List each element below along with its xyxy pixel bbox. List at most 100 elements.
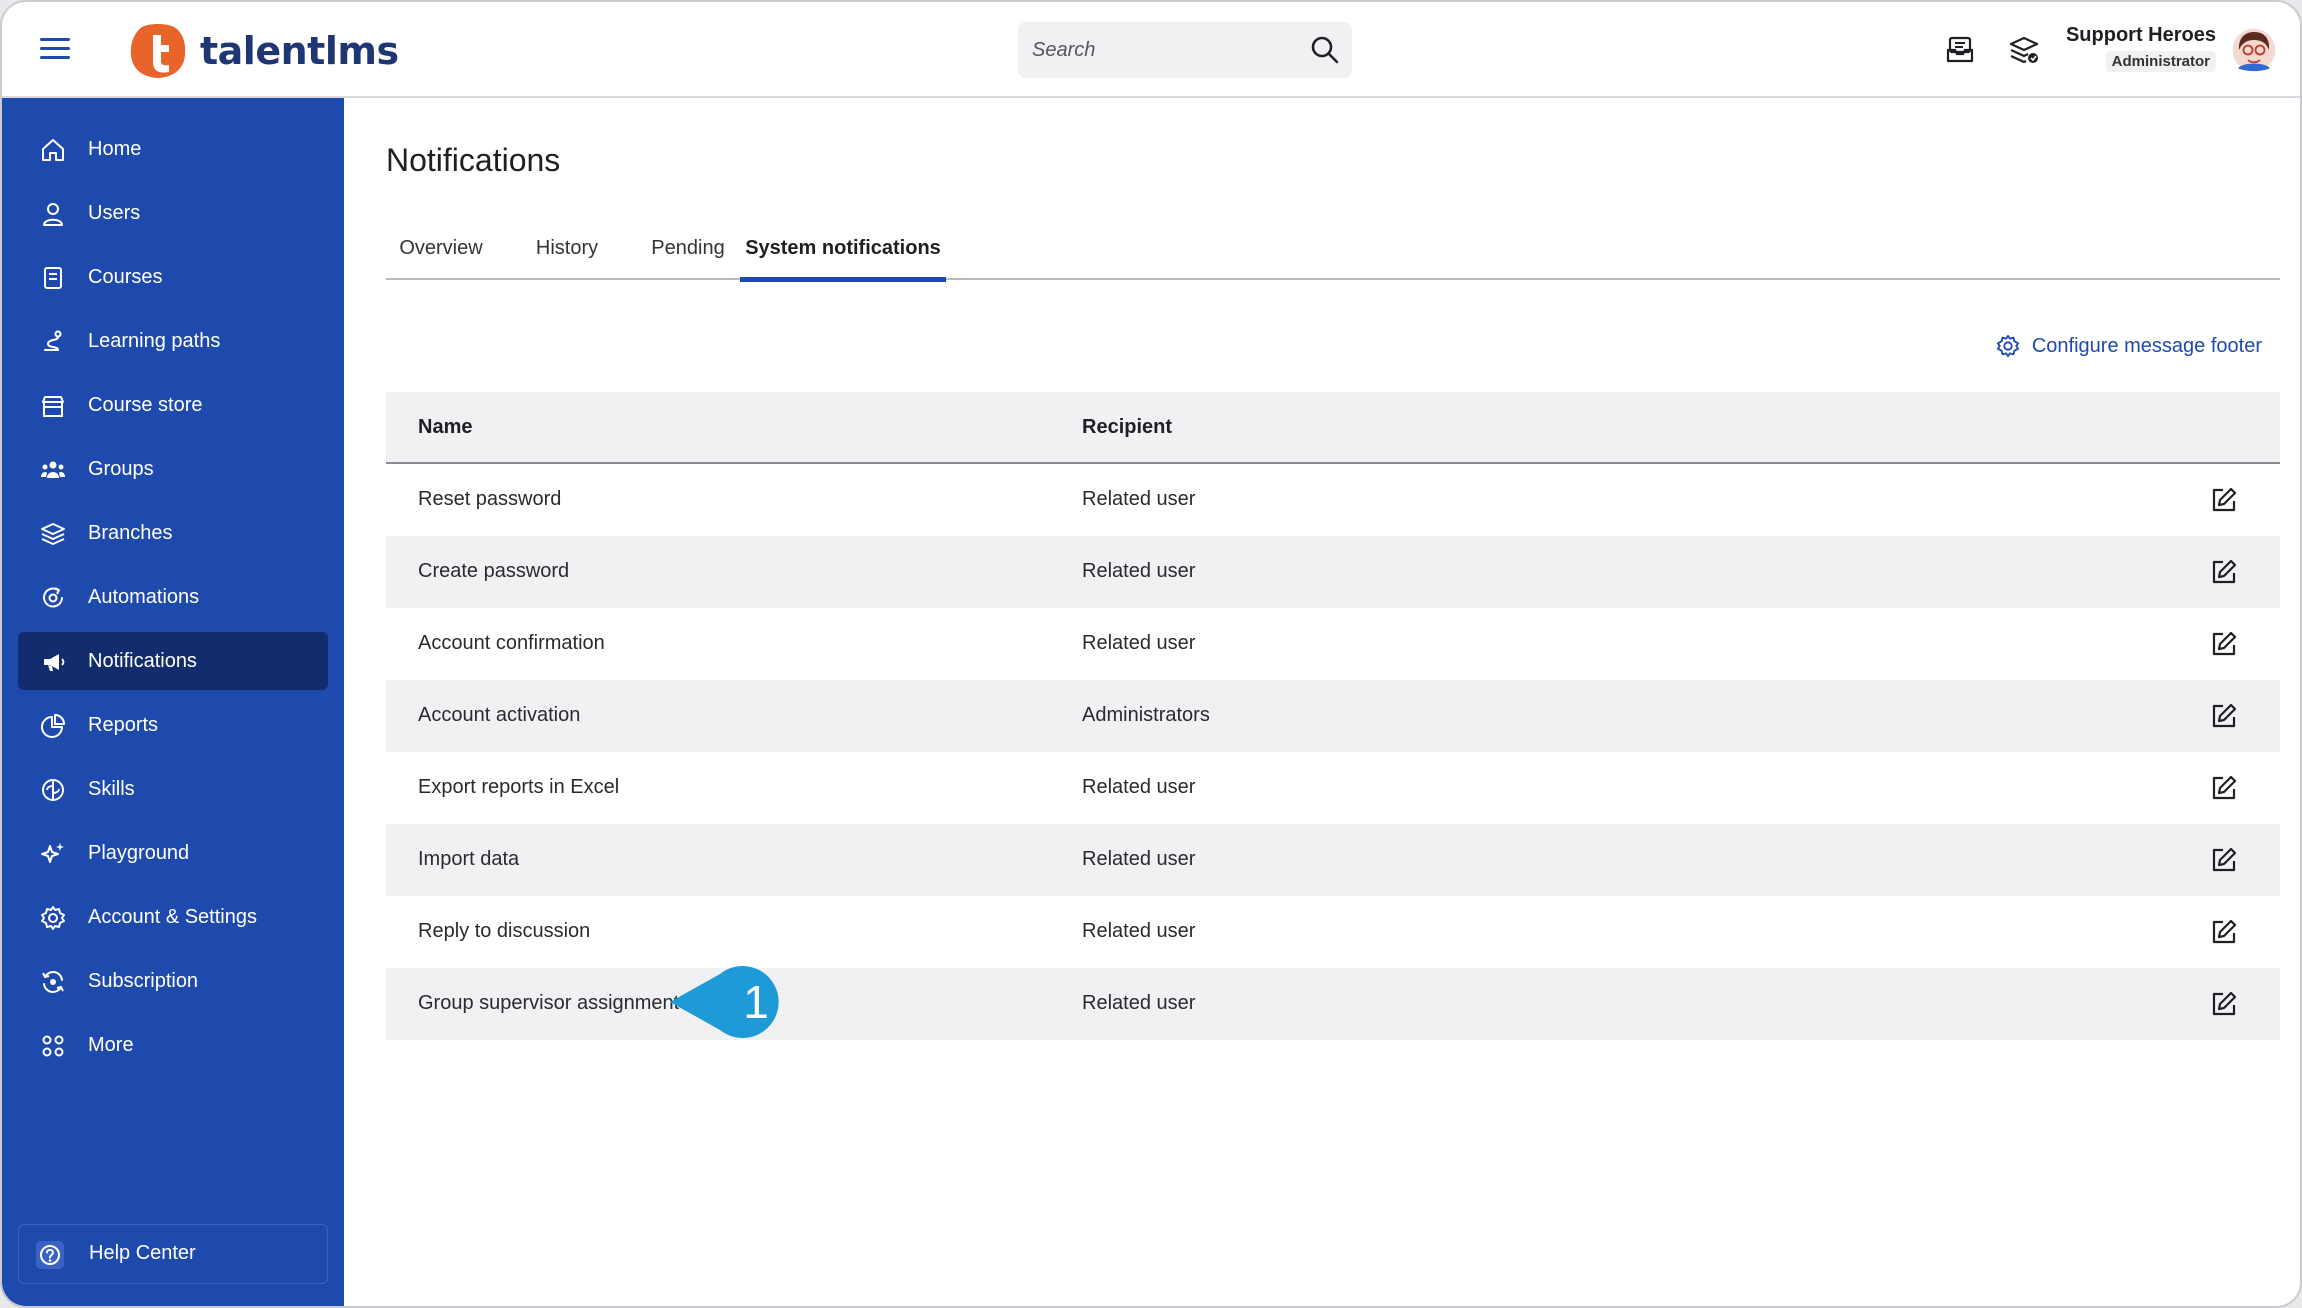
help-center-button[interactable]: Help Center <box>18 1224 328 1284</box>
notification-name: Account confirmation <box>418 632 605 654</box>
gear-icon <box>1996 334 2019 358</box>
grid-icon <box>42 1035 64 1057</box>
sidebar-item-label: Groups <box>88 457 154 480</box>
sidebar-item-courses[interactable]: Courses <box>18 248 328 306</box>
branch-switch-icon[interactable] <box>2008 34 2040 66</box>
sidebar-item-automations[interactable]: Automations <box>18 568 328 626</box>
notification-name: Account activation <box>418 704 581 726</box>
configure-message-footer-label: Configure message footer <box>2031 334 2262 357</box>
user-name: Support Heroes <box>2065 24 2216 46</box>
configure-message-footer-link[interactable]: Configure message footer <box>1996 334 2262 358</box>
edit-icon[interactable] <box>2210 990 2238 1018</box>
table-row[interactable]: Reset password Related user <box>386 464 2280 536</box>
automation-icon <box>43 587 63 608</box>
sidebar-item-branches[interactable]: Branches <box>18 504 328 562</box>
user-menu[interactable]: Support Heroes Administrator <box>2066 24 2216 72</box>
notification-recipient: Related user <box>1082 632 1196 654</box>
sidebar-item-label: Notifications <box>88 649 197 672</box>
column-header-name: Name <box>418 416 473 438</box>
sidebar-item-notifications[interactable]: Notifications <box>18 632 328 690</box>
sidebar-item-label: Account & Settings <box>88 905 257 928</box>
megaphone-icon <box>44 654 65 671</box>
search-icon[interactable] <box>1310 35 1340 65</box>
logo-text: talentlms <box>200 29 399 73</box>
pie-chart-icon <box>41 714 65 738</box>
main-content: Notifications Overview History Pending S… <box>344 98 2300 1306</box>
brain-icon <box>42 779 64 801</box>
subscription-icon <box>42 971 64 993</box>
edit-icon[interactable] <box>2210 486 2238 514</box>
table-row[interactable]: Reply to discussion Related user <box>386 896 2280 968</box>
sidebar-item-label: Playground <box>88 841 190 864</box>
sidebar-item-home[interactable]: Home <box>18 120 328 178</box>
tab-bar: Overview History Pending System notifica… <box>386 216 2280 282</box>
help-icon <box>36 1241 64 1269</box>
store-icon <box>42 396 64 417</box>
notification-recipient: Administrators <box>1082 704 1210 726</box>
table-row[interactable]: Export reports in Excel Related user <box>386 752 2280 824</box>
groups-icon <box>41 461 65 478</box>
sidebar-item-groups[interactable]: Groups <box>18 440 328 498</box>
help-center-label: Help Center <box>89 1242 196 1264</box>
notification-recipient: Related user <box>1082 992 1196 1014</box>
edit-icon[interactable] <box>2210 846 2238 874</box>
layers-icon <box>41 523 65 545</box>
sidebar-item-course-store[interactable]: Course store <box>18 376 328 434</box>
table-row[interactable]: Import data Related user <box>386 824 2280 896</box>
sidebar-item-users[interactable]: Users <box>18 184 328 242</box>
sidebar-item-playground[interactable]: Playground <box>18 824 328 882</box>
notification-name: Import data <box>418 848 520 870</box>
sidebar-item-subscription[interactable]: Subscription <box>18 952 328 1010</box>
sidebar-item-label: Home <box>88 137 142 160</box>
table-row[interactable]: Account activation Administrators <box>386 680 2280 752</box>
sidebar-item-learning-paths[interactable]: Learning paths <box>18 312 328 370</box>
tab-history[interactable]: History <box>512 216 622 280</box>
edit-icon[interactable] <box>2210 702 2238 730</box>
user-role-badge: Administrator <box>2105 51 2216 72</box>
sidebar-item-label: More <box>88 1033 134 1056</box>
user-icon <box>43 203 63 226</box>
column-header-recipient: Recipient <box>1082 416 1173 438</box>
notifications-table: Name Recipient Reset password Related us… <box>386 392 2280 1040</box>
edit-icon[interactable] <box>2210 774 2238 802</box>
notification-name: Create password <box>418 560 570 582</box>
tab-system-notifications[interactable]: System notifications <box>740 216 946 282</box>
menu-icon[interactable] <box>40 38 70 62</box>
logo[interactable]: talentlms <box>128 20 399 82</box>
sidebar-item-label: Course store <box>88 393 203 416</box>
sidebar-item-label: Skills <box>88 777 135 800</box>
table-header: Name Recipient <box>386 392 2280 464</box>
sidebar-item-label: Learning paths <box>88 329 221 352</box>
search-box <box>1018 22 1352 78</box>
sidebar-item-label: Reports <box>88 713 159 736</box>
top-bar: talentlms Support Heroes Administrator <box>2 2 2300 98</box>
sidebar-item-more[interactable]: More <box>18 1016 328 1074</box>
inbox-icon[interactable] <box>1944 34 1976 66</box>
sidebar-item-reports[interactable]: Reports <box>18 696 328 754</box>
sidebar-item-skills[interactable]: Skills <box>18 760 328 818</box>
book-icon <box>44 267 62 289</box>
sidebar-item-label: Users <box>88 201 141 224</box>
notification-name: Export reports in Excel <box>418 776 620 798</box>
sidebar-item-label: Branches <box>88 521 173 544</box>
tab-overview[interactable]: Overview <box>386 216 496 280</box>
notification-name: Reply to discussion <box>418 920 591 942</box>
avatar[interactable] <box>2232 28 2276 72</box>
edit-icon[interactable] <box>2210 558 2238 586</box>
edit-icon[interactable] <box>2210 630 2238 658</box>
table-row[interactable]: Account confirmation Related user <box>386 608 2280 680</box>
page-title: Notifications <box>386 142 561 178</box>
search-input[interactable] <box>1032 22 1292 78</box>
gear-icon <box>41 906 65 930</box>
sidebar: Home Users Courses Learning paths Course… <box>2 98 344 1306</box>
tab-pending[interactable]: Pending <box>630 216 746 280</box>
notification-name: Group supervisor assignment <box>418 992 680 1014</box>
logo-icon <box>130 24 186 78</box>
table-row[interactable]: Create password Related user <box>386 536 2280 608</box>
edit-icon[interactable] <box>2210 918 2238 946</box>
sidebar-item-account-settings[interactable]: Account & Settings <box>18 888 328 946</box>
sparkle-icon <box>41 843 64 863</box>
notification-name: Reset password <box>418 488 562 510</box>
notification-recipient: Related user <box>1082 776 1196 798</box>
callout-number: 1 <box>743 976 769 1028</box>
